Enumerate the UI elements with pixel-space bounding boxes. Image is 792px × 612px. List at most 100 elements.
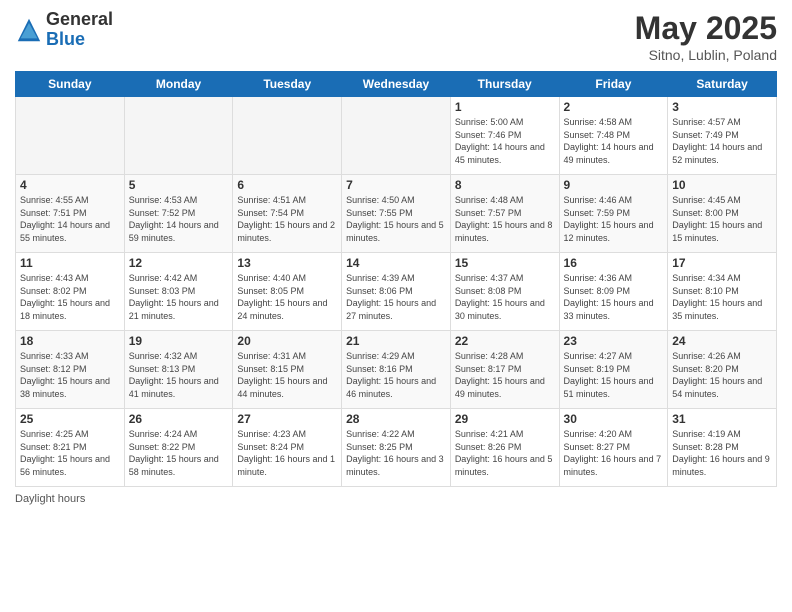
day-info: Sunrise: 4:23 AMSunset: 8:24 PMDaylight:… <box>237 428 337 478</box>
logo-general: General <box>46 10 113 30</box>
day-number: 29 <box>455 412 555 426</box>
calendar-day-cell: 30Sunrise: 4:20 AMSunset: 8:27 PMDayligh… <box>559 409 668 487</box>
day-info: Sunrise: 4:43 AMSunset: 8:02 PMDaylight:… <box>20 272 120 322</box>
day-info: Sunrise: 4:37 AMSunset: 8:08 PMDaylight:… <box>455 272 555 322</box>
calendar-day-cell: 27Sunrise: 4:23 AMSunset: 8:24 PMDayligh… <box>233 409 342 487</box>
calendar-day-cell: 19 Sunrise: 4:32 AMSunset: 8:13 PMDayligh… <box>124 331 233 409</box>
day-number: 12 <box>129 256 229 270</box>
day-number: 1 <box>455 100 555 114</box>
calendar-day-cell: 16Sunrise: 4:36 AMSunset: 8:09 PMDayligh… <box>559 253 668 331</box>
day-number: 22 <box>455 334 555 348</box>
day-number: 19 <box>129 334 229 348</box>
logo: General Blue <box>15 10 113 50</box>
calendar-day-header-wednesday: Wednesday <box>342 72 451 97</box>
day-info: Sunrise: 4:19 AMSunset: 8:28 PMDaylight:… <box>672 428 772 478</box>
calendar-day-cell: 17Sunrise: 4:34 AMSunset: 8:10 PMDayligh… <box>668 253 777 331</box>
logo-icon <box>15 16 43 44</box>
day-number: 24 <box>672 334 772 348</box>
calendar-week-row: 4Sunrise: 4:55 AMSunset: 7:51 PMDaylight… <box>16 175 777 253</box>
page: General Blue May 2025 Sitno, Lublin, Pol… <box>0 0 792 612</box>
calendar-week-row: 25 Sunrise: 4:25 AMSunset: 8:21 PMDayligh… <box>16 409 777 487</box>
day-number: 31 <box>672 412 772 426</box>
day-info: Sunrise: 4:22 AMSunset: 8:25 PMDaylight:… <box>346 428 446 478</box>
day-number: 2 <box>564 100 664 114</box>
day-info: Sunrise: 4:50 AMSunset: 7:55 PMDaylight:… <box>346 194 446 244</box>
day-number: 21 <box>346 334 446 348</box>
calendar-empty-cell <box>342 97 451 175</box>
calendar-day-cell: 21Sunrise: 4:29 AMSunset: 8:16 PMDayligh… <box>342 331 451 409</box>
calendar-day-cell: 11 Sunrise: 4:43 AMSunset: 8:02 PMDayligh… <box>16 253 125 331</box>
logo-blue: Blue <box>46 30 113 50</box>
day-number: 10 <box>672 178 772 192</box>
calendar-day-cell: 26Sunrise: 4:24 AMSunset: 8:22 PMDayligh… <box>124 409 233 487</box>
calendar-day-cell: 12 Sunrise: 4:42 AMSunset: 8:03 PMDayligh… <box>124 253 233 331</box>
day-number: 7 <box>346 178 446 192</box>
header: General Blue May 2025 Sitno, Lublin, Pol… <box>15 10 777 63</box>
day-info: Sunrise: 4:25 AMSunset: 8:21 PMDaylight:… <box>20 428 120 478</box>
calendar-day-cell: 31 Sunrise: 4:19 AMSunset: 8:28 PMDayligh… <box>668 409 777 487</box>
calendar-empty-cell <box>16 97 125 175</box>
day-info: Sunrise: 4:33 AMSunset: 8:12 PMDaylight:… <box>20 350 120 400</box>
calendar-day-cell: 7 Sunrise: 4:50 AMSunset: 7:55 PMDaylight… <box>342 175 451 253</box>
day-number: 5 <box>129 178 229 192</box>
day-number: 6 <box>237 178 337 192</box>
calendar-week-row: 18 Sunrise: 4:33 AMSunset: 8:12 PMDayligh… <box>16 331 777 409</box>
calendar-day-cell: 18 Sunrise: 4:33 AMSunset: 8:12 PMDayligh… <box>16 331 125 409</box>
day-info: Sunrise: 4:21 AMSunset: 8:26 PMDaylight:… <box>455 428 555 478</box>
calendar-day-header-tuesday: Tuesday <box>233 72 342 97</box>
day-info: Sunrise: 4:51 AMSunset: 7:54 PMDaylight:… <box>237 194 337 244</box>
calendar-day-cell: 15 Sunrise: 4:37 AMSunset: 8:08 PMDayligh… <box>450 253 559 331</box>
day-number: 11 <box>20 256 120 270</box>
calendar-day-cell: 5 Sunrise: 4:53 AMSunset: 7:52 PMDaylight… <box>124 175 233 253</box>
calendar-day-cell: 4Sunrise: 4:55 AMSunset: 7:51 PMDaylight… <box>16 175 125 253</box>
calendar-day-header-sunday: Sunday <box>16 72 125 97</box>
day-number: 3 <box>672 100 772 114</box>
calendar-empty-cell <box>233 97 342 175</box>
calendar-day-header-saturday: Saturday <box>668 72 777 97</box>
day-info: Sunrise: 4:48 AMSunset: 7:57 PMDaylight:… <box>455 194 555 244</box>
calendar-day-cell: 13 Sunrise: 4:40 AMSunset: 8:05 PMDayligh… <box>233 253 342 331</box>
calendar-day-cell: 14Sunrise: 4:39 AMSunset: 8:06 PMDayligh… <box>342 253 451 331</box>
day-info: Sunrise: 4:26 AMSunset: 8:20 PMDaylight:… <box>672 350 772 400</box>
calendar-day-cell: 22 Sunrise: 4:28 AMSunset: 8:17 PMDayligh… <box>450 331 559 409</box>
day-info: Sunrise: 4:32 AMSunset: 8:13 PMDaylight:… <box>129 350 229 400</box>
logo-text: General Blue <box>46 10 113 50</box>
day-info: Sunrise: 4:28 AMSunset: 8:17 PMDaylight:… <box>455 350 555 400</box>
day-info: Sunrise: 4:39 AMSunset: 8:06 PMDaylight:… <box>346 272 446 322</box>
day-number: 13 <box>237 256 337 270</box>
day-info: Sunrise: 4:31 AMSunset: 8:15 PMDaylight:… <box>237 350 337 400</box>
day-info: Sunrise: 4:58 AMSunset: 7:48 PMDaylight:… <box>564 116 664 166</box>
calendar-day-cell: 2 Sunrise: 4:58 AMSunset: 7:48 PMDaylight… <box>559 97 668 175</box>
calendar-day-cell: 9Sunrise: 4:46 AMSunset: 7:59 PMDaylight… <box>559 175 668 253</box>
calendar-header-row: SundayMondayTuesdayWednesdayThursdayFrid… <box>16 72 777 97</box>
day-info: Sunrise: 4:42 AMSunset: 8:03 PMDaylight:… <box>129 272 229 322</box>
calendar-day-header-monday: Monday <box>124 72 233 97</box>
title-section: May 2025 Sitno, Lublin, Poland <box>635 10 777 63</box>
calendar-week-row: 1Sunrise: 5:00 AMSunset: 7:46 PMDaylight… <box>16 97 777 175</box>
day-number: 15 <box>455 256 555 270</box>
month-title: May 2025 <box>635 10 777 47</box>
calendar-day-cell: 23Sunrise: 4:27 AMSunset: 8:19 PMDayligh… <box>559 331 668 409</box>
calendar-day-cell: 6 Sunrise: 4:51 AMSunset: 7:54 PMDaylight… <box>233 175 342 253</box>
day-number: 20 <box>237 334 337 348</box>
day-info: Sunrise: 4:57 AMSunset: 7:49 PMDaylight:… <box>672 116 772 166</box>
day-number: 17 <box>672 256 772 270</box>
day-number: 23 <box>564 334 664 348</box>
calendar-empty-cell <box>124 97 233 175</box>
calendar-day-header-friday: Friday <box>559 72 668 97</box>
day-number: 8 <box>455 178 555 192</box>
day-number: 18 <box>20 334 120 348</box>
day-info: Sunrise: 4:24 AMSunset: 8:22 PMDaylight:… <box>129 428 229 478</box>
day-info: Sunrise: 4:45 AMSunset: 8:00 PMDaylight:… <box>672 194 772 244</box>
day-info: Sunrise: 4:55 AMSunset: 7:51 PMDaylight:… <box>20 194 120 244</box>
calendar-table: SundayMondayTuesdayWednesdayThursdayFrid… <box>15 71 777 487</box>
calendar-day-cell: 29 Sunrise: 4:21 AMSunset: 8:26 PMDayligh… <box>450 409 559 487</box>
day-number: 25 <box>20 412 120 426</box>
calendar-day-cell: 24 Sunrise: 4:26 AMSunset: 8:20 PMDayligh… <box>668 331 777 409</box>
calendar-day-cell: 1Sunrise: 5:00 AMSunset: 7:46 PMDaylight… <box>450 97 559 175</box>
day-info: Sunrise: 4:20 AMSunset: 8:27 PMDaylight:… <box>564 428 664 478</box>
day-info: Sunrise: 4:40 AMSunset: 8:05 PMDaylight:… <box>237 272 337 322</box>
calendar-week-row: 11 Sunrise: 4:43 AMSunset: 8:02 PMDayligh… <box>16 253 777 331</box>
location: Sitno, Lublin, Poland <box>635 47 777 63</box>
day-info: Sunrise: 4:53 AMSunset: 7:52 PMDaylight:… <box>129 194 229 244</box>
